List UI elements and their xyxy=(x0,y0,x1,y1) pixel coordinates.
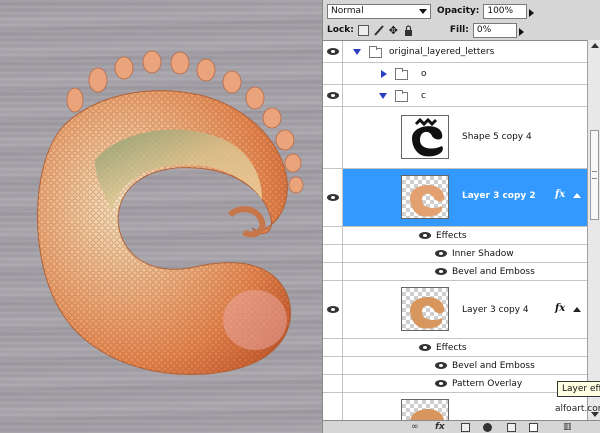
layer-thumbnail xyxy=(401,175,449,219)
eye-icon[interactable] xyxy=(435,268,447,275)
fill-value: 0% xyxy=(476,24,492,35)
layer-name: Shape 5 copy 4 xyxy=(462,132,532,142)
visibility-toggle xyxy=(323,227,343,244)
effect-row[interactable]: Inner Shadow xyxy=(323,245,587,263)
layer-thumbnail xyxy=(401,399,449,420)
effect-label: Pattern Overlay xyxy=(452,379,523,389)
fx-icon[interactable]: fx xyxy=(555,303,565,314)
fx-icon[interactable]: fx xyxy=(435,423,445,432)
collapse-arrow-icon[interactable] xyxy=(381,70,387,78)
link-icon[interactable]: ∞ xyxy=(411,423,419,432)
trash-icon[interactable]: ▥ xyxy=(563,423,572,432)
folder-icon xyxy=(369,46,382,58)
new-layer-icon[interactable] xyxy=(529,423,538,432)
document-canvas[interactable] xyxy=(0,0,322,433)
effects-label: Effects xyxy=(436,343,467,353)
chevron-down-icon xyxy=(419,8,427,14)
eye-icon[interactable] xyxy=(419,344,431,351)
effects-row[interactable]: Effects xyxy=(323,227,587,245)
expand-arrow-icon[interactable] xyxy=(379,93,387,99)
layer-name: o xyxy=(421,69,427,79)
eye-icon[interactable] xyxy=(419,232,431,239)
visibility-toggle[interactable] xyxy=(323,41,343,62)
layer-name: original_layered_letters xyxy=(389,47,495,57)
effect-row[interactable]: Bevel and Emboss xyxy=(323,263,587,281)
visibility-toggle[interactable] xyxy=(323,281,343,338)
visibility-toggle[interactable] xyxy=(323,63,343,84)
layer-row[interactable]: Shape 5 copy 4 xyxy=(323,107,587,169)
expand-arrow-icon[interactable] xyxy=(353,49,361,55)
eye-icon[interactable] xyxy=(435,362,447,369)
tooltip: Layer effects xyxy=(557,381,600,397)
effects-label: Effects xyxy=(436,231,467,241)
effects-toggle-icon[interactable] xyxy=(573,193,581,198)
layer-group-row[interactable]: o xyxy=(323,63,587,85)
opacity-field[interactable]: 100% xyxy=(483,3,535,19)
layers-list: original_layered_letters o c Shape 5 cop… xyxy=(323,40,587,420)
opacity-value: 100% xyxy=(487,5,514,16)
layer-row-selected[interactable]: Layer 3 copy 2 fx xyxy=(323,169,587,227)
letter-c-artwork xyxy=(37,50,304,376)
folder-icon xyxy=(395,68,408,80)
eye-icon[interactable] xyxy=(327,194,339,201)
visibility-toggle xyxy=(323,375,343,392)
eye-icon[interactable] xyxy=(327,306,339,313)
visibility-toggle[interactable] xyxy=(323,107,343,168)
lock-brush-icon[interactable] xyxy=(373,24,384,36)
eye-icon[interactable] xyxy=(435,250,447,257)
visibility-toggle[interactable] xyxy=(323,169,343,226)
effects-row[interactable]: Effects xyxy=(323,339,587,357)
layer-group-row[interactable]: original_layered_letters xyxy=(323,41,587,63)
lock-row: Lock: ✥ Fill: 0% xyxy=(323,19,600,41)
effect-label: Bevel and Emboss xyxy=(452,361,535,371)
eye-icon[interactable] xyxy=(327,48,339,55)
opacity-slider-arrow-icon[interactable] xyxy=(529,8,535,17)
adjustment-icon[interactable] xyxy=(483,423,492,432)
mask-icon[interactable] xyxy=(461,423,470,432)
visibility-toggle xyxy=(323,263,343,280)
layer-thumbnail xyxy=(401,287,449,331)
effect-row[interactable]: Bevel and Emboss xyxy=(323,357,587,375)
watermark: alfoart.com xyxy=(555,404,600,414)
layer-row[interactable] xyxy=(323,393,587,420)
layer-row[interactable]: Layer 3 copy 4 fx xyxy=(323,281,587,339)
fill-slider-arrow-icon[interactable] xyxy=(518,27,524,36)
effect-label: Bevel and Emboss xyxy=(452,267,535,277)
visibility-toggle[interactable] xyxy=(323,393,343,420)
visibility-toggle xyxy=(323,339,343,356)
eye-icon[interactable] xyxy=(435,380,447,387)
effect-row[interactable]: Pattern Overlay xyxy=(323,375,587,393)
visibility-toggle xyxy=(323,245,343,262)
layer-name: c xyxy=(421,91,426,101)
fx-icon[interactable]: fx xyxy=(555,189,565,200)
layer-thumbnail xyxy=(401,115,449,159)
effects-toggle-icon[interactable] xyxy=(573,307,581,312)
lock-all-icon[interactable] xyxy=(403,24,414,36)
effect-label: Inner Shadow xyxy=(452,249,514,259)
opacity-label: Opacity: xyxy=(437,6,480,16)
layer-group-row[interactable]: c xyxy=(323,85,587,107)
eye-icon[interactable] xyxy=(327,92,339,99)
blend-mode-value: Normal xyxy=(331,5,364,16)
layers-bottom-toolbar: ∞ fx ▥ xyxy=(323,420,600,433)
visibility-toggle xyxy=(323,357,343,374)
layer-name: Layer 3 copy 4 xyxy=(462,305,529,315)
layers-scrollbar[interactable] xyxy=(587,40,600,420)
fill-label: Fill: xyxy=(449,25,469,35)
scroll-up-icon[interactable] xyxy=(591,43,599,48)
fill-field[interactable]: 0% xyxy=(472,22,524,38)
folder-icon xyxy=(395,90,408,102)
visibility-toggle[interactable] xyxy=(323,85,343,106)
layer-name: Layer 3 copy 2 xyxy=(462,191,536,201)
blend-mode-select[interactable]: Normal xyxy=(327,3,431,19)
lock-move-icon[interactable]: ✥ xyxy=(388,25,399,36)
group-folder-icon[interactable] xyxy=(507,423,516,432)
layers-panel: Normal Opacity: 100% Lock: ✥ Fill: 0% or… xyxy=(322,0,600,433)
lock-label: Lock: xyxy=(327,25,354,35)
lock-transparency-icon[interactable] xyxy=(357,24,369,36)
scrollbar-thumb[interactable] xyxy=(590,130,599,220)
